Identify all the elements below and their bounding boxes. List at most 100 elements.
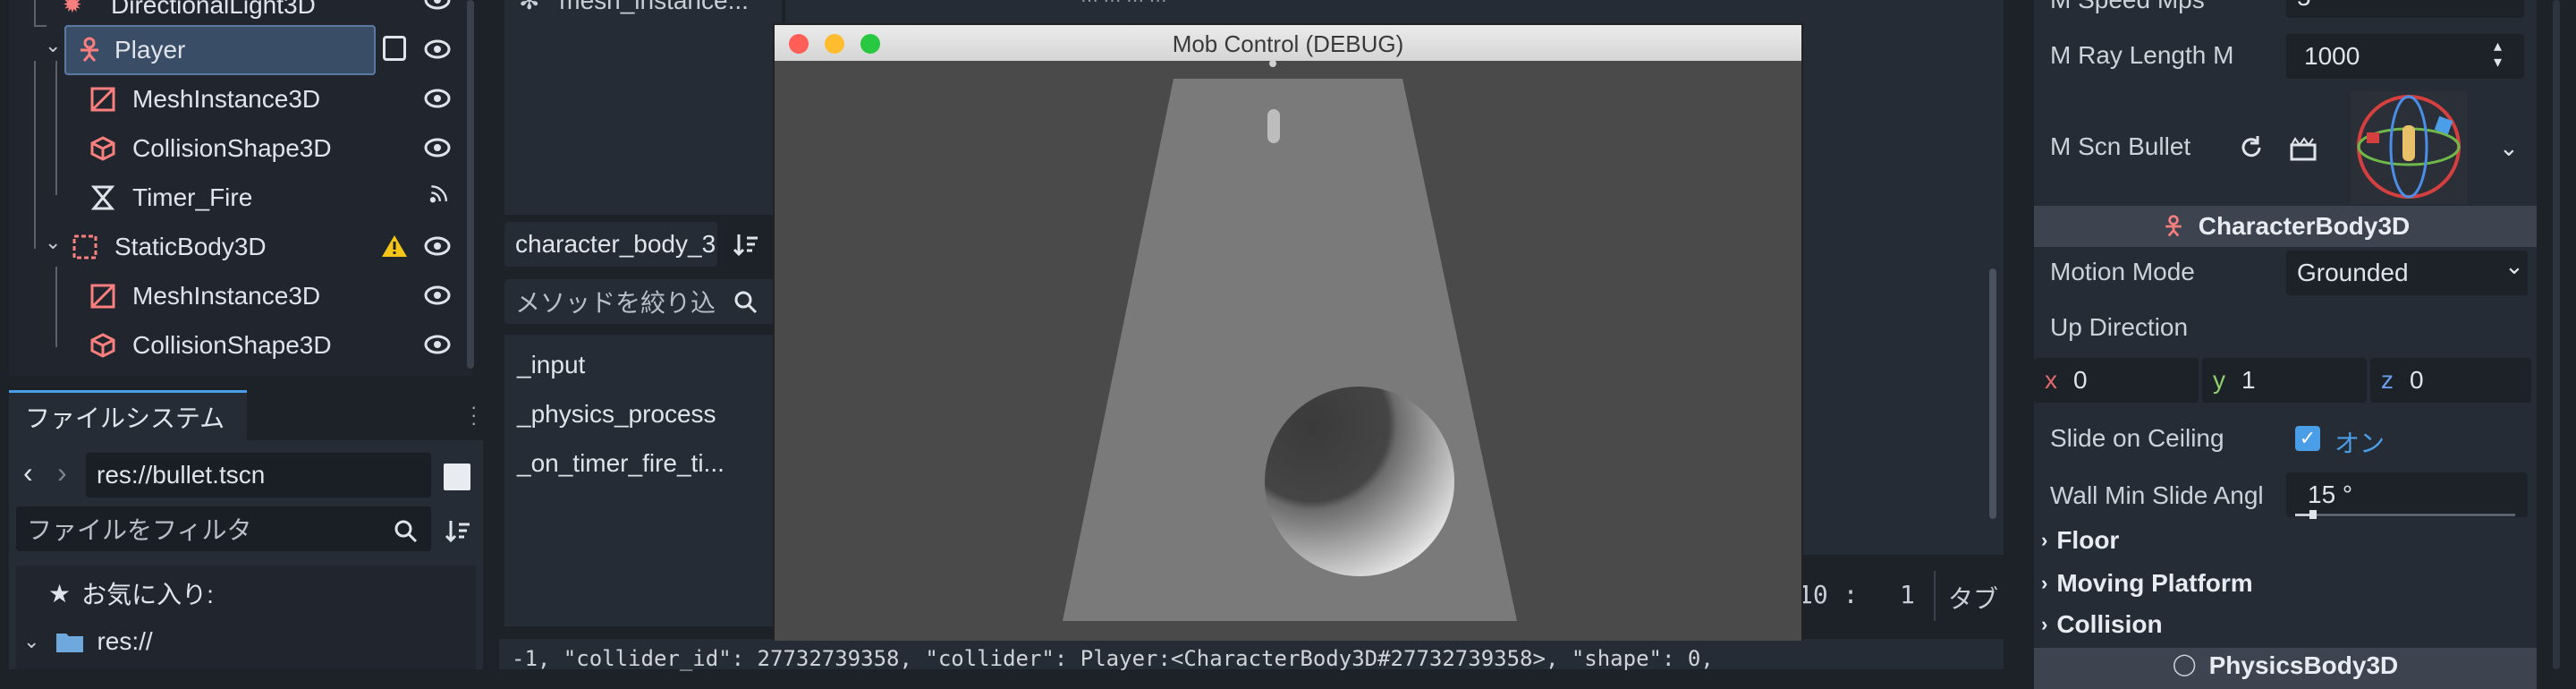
tree-item-collision-shape[interactable]: CollisionShape3D xyxy=(89,123,411,173)
history-back-icon[interactable]: ‹ xyxy=(23,456,33,489)
tree-item-player[interactable]: Player xyxy=(64,25,376,75)
static-body-icon xyxy=(72,234,97,259)
visibility-eye-icon[interactable] xyxy=(424,39,451,59)
prop-label: Slide on Ceiling xyxy=(2050,424,2224,452)
script-list-bg xyxy=(504,0,782,215)
method-item[interactable]: _input xyxy=(517,351,585,379)
tree-item-mesh-instance[interactable]: MeshInstance3D xyxy=(89,271,411,320)
packed-scene-icon xyxy=(2290,137,2317,161)
wall-min-slider-track[interactable] xyxy=(2295,514,2515,516)
panel-menu-icon[interactable]: · · · xyxy=(470,397,477,433)
tab-filesystem[interactable]: ファイルシステム xyxy=(9,390,247,440)
node-icon: ✻ xyxy=(519,0,540,14)
sort-icon[interactable] xyxy=(732,231,760,259)
section-floor[interactable]: › Floor xyxy=(2041,526,2119,555)
path-field[interactable]: res://bullet.tscn xyxy=(86,453,431,498)
scene-tree-scrollbar[interactable] xyxy=(467,0,474,369)
up-direction-y[interactable]: y 1 xyxy=(2202,358,2367,403)
inspector-scrollbar[interactable] xyxy=(2553,0,2560,669)
motion-mode-value: Grounded xyxy=(2297,259,2409,286)
chevron-down-icon: ⌄ xyxy=(2504,252,2524,279)
visibility-eye-icon[interactable] xyxy=(424,89,451,108)
up-direction-x[interactable]: x 0 xyxy=(2034,358,2199,403)
tree-item-label: CollisionShape3D xyxy=(132,330,332,359)
debug-window[interactable]: Mob Control (DEBUG) xyxy=(773,23,1803,641)
visibility-eye-icon[interactable] xyxy=(424,138,451,157)
editor-scrollbar[interactable] xyxy=(1989,268,1996,519)
slide-ceiling-checkbox[interactable]: ✓ xyxy=(2295,426,2320,451)
collapsed-chevron-icon: › xyxy=(2041,572,2048,594)
method-item[interactable]: _on_timer_fire_ti... xyxy=(517,449,724,478)
visibility-eye-icon[interactable] xyxy=(424,335,451,354)
method-filter-placeholder: メソッドを絞り込 xyxy=(515,289,716,317)
prop-label: M Scn Bullet xyxy=(2050,132,2191,160)
star-icon: ★ xyxy=(48,579,72,608)
history-forward-icon[interactable]: › xyxy=(57,456,67,489)
axis-x-label: x xyxy=(2045,366,2057,394)
script-name-field[interactable]: character_body_3 xyxy=(504,222,717,267)
search-icon xyxy=(394,520,418,543)
tree-item-label: Timer_Fire xyxy=(132,183,253,211)
visibility-eye-icon[interactable] xyxy=(424,236,451,256)
collapse-chevron-icon[interactable]: ⌄ xyxy=(45,231,61,254)
signal-connection-icon[interactable] xyxy=(426,184,453,204)
prop-value-speed[interactable]: 5 xyxy=(2286,0,2524,18)
physics-body-header: ◯ PhysicsBody3D xyxy=(2034,648,2537,689)
tab-label: ファイルシステム xyxy=(25,404,225,432)
method-item[interactable]: _physics_process xyxy=(517,400,716,429)
axis-y-label: y xyxy=(2213,366,2225,394)
motion-mode-select[interactable]: Grounded xyxy=(2286,251,2528,295)
scene-preview-thumbnail[interactable] xyxy=(2351,91,2467,204)
warning-icon[interactable] xyxy=(381,234,408,258)
visibility-eye-icon[interactable] xyxy=(424,285,451,305)
tree-item-mesh-instance[interactable]: MeshInstance3D xyxy=(89,74,411,123)
file-preview-toggle-icon[interactable] xyxy=(444,464,470,490)
inspector-panel: M Speed Mps 5 M Ray Length M 1000 ▴▾ M S… xyxy=(2030,0,2576,689)
class-header: CharacterBody3D xyxy=(2034,206,2537,247)
tree-item-label: Player xyxy=(114,36,186,64)
slide-ceiling-value: オン xyxy=(2334,430,2385,457)
tree-item-label: DirectionalLight3D xyxy=(111,0,316,19)
up-direction-z[interactable]: z 0 xyxy=(2370,358,2531,403)
class-header-label: CharacterBody3D xyxy=(2198,212,2411,240)
collapse-chevron-icon[interactable]: ⌄ xyxy=(45,34,61,57)
output-line: -1, "collider_id": 27732739358, "collide… xyxy=(512,646,1714,671)
search-icon xyxy=(734,291,758,314)
collision-shape-icon xyxy=(90,135,115,161)
sort-icon[interactable] xyxy=(444,517,472,546)
mesh-instance-icon xyxy=(90,87,115,111)
wall-min-slider-handle[interactable] xyxy=(2309,510,2317,519)
tree-item-collision-shape[interactable]: CollisionShape3D xyxy=(89,320,411,370)
prop-value-ray-length[interactable]: 1000 xyxy=(2286,34,2524,79)
wall-min-value: 15 ° xyxy=(2308,481,2353,508)
wall-min-slide-field[interactable]: 15 ° xyxy=(2286,472,2528,517)
window-titlebar[interactable]: Mob Control (DEBUG) xyxy=(775,25,1801,62)
spinner-arrows-icon[interactable]: ▴ ▾ xyxy=(2494,38,2502,70)
section-collision[interactable]: › Collision xyxy=(2041,610,2163,639)
prop-label: Up Direction xyxy=(2050,313,2189,341)
res-root-item[interactable]: ⌄ res:// xyxy=(23,619,153,664)
tree-guide-line xyxy=(34,61,36,249)
visibility-eye-icon[interactable] xyxy=(424,0,451,10)
mesh-instance-icon xyxy=(90,284,115,308)
tree-item-static-body[interactable]: StaticBody3D xyxy=(72,222,394,271)
section-moving-platform[interactable]: › Moving Platform xyxy=(2041,569,2253,598)
tree-item-label: StaticBody3D xyxy=(114,232,267,260)
tree-item-timer-fire[interactable]: Timer_Fire xyxy=(89,173,411,222)
file-filter-input[interactable]: ファイルをフィルタ xyxy=(16,506,431,551)
filesystem-panel: ファイルシステム · · · ‹ › res://bullet.tscn ファイルを… xyxy=(0,387,490,669)
script-attached-icon[interactable] xyxy=(383,36,406,61)
favorites-item[interactable]: ★ お気に入り: xyxy=(48,571,214,616)
collapsed-chevron-icon: › xyxy=(2041,529,2048,551)
game-viewport[interactable] xyxy=(775,61,1801,641)
prop-label: M Speed Mps xyxy=(2050,0,2205,14)
axis-z-label: z xyxy=(2381,366,2394,394)
tree-item-label: CollisionShape3D xyxy=(132,133,332,162)
revert-icon[interactable] xyxy=(2238,134,2265,161)
status-divider xyxy=(1934,571,1936,621)
indent-mode-button[interactable]: タブ xyxy=(1948,580,1998,616)
section-label: Collision xyxy=(2056,610,2163,638)
resource-dropdown-chevron-icon[interactable]: ⌄ xyxy=(2499,134,2519,162)
collapse-chevron-icon: ⌄ xyxy=(23,630,40,652)
script-item[interactable]: ✻ mesh_instance... xyxy=(519,0,749,15)
